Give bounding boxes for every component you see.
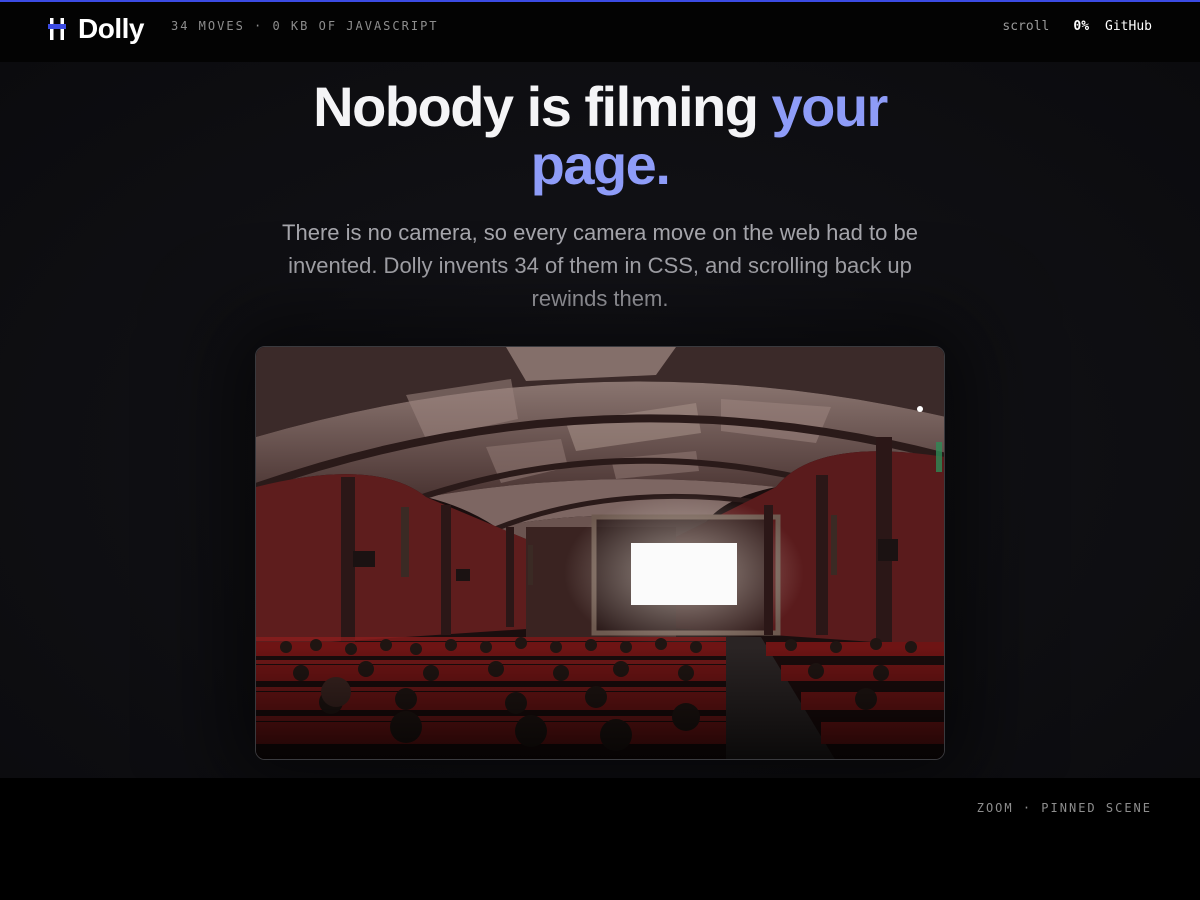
bottom-bar: ZOOM · PINNED SCENE xyxy=(0,778,1200,900)
scroll-progress-readout: 0% xyxy=(1073,19,1090,34)
top-bar: Dolly 34 MOVES · 0 KB OF JAVASCRIPT scro… xyxy=(0,2,1200,62)
brand-home-link[interactable]: Dolly xyxy=(48,11,144,47)
scene-label: ZOOM · PINNED SCENE xyxy=(976,801,1152,815)
dolly-logo-icon xyxy=(48,18,66,40)
hero-subtitle: There is no camera, so every camera move… xyxy=(282,220,918,311)
top-nav: scroll 0% GitHub xyxy=(1002,19,1152,34)
hero-title: Nobody is filming your page. xyxy=(250,78,950,194)
tagline: 34 MOVES · 0 KB OF JAVASCRIPT xyxy=(171,19,439,33)
scroll-label: scroll xyxy=(1002,19,1050,34)
pinned-scene: Nobody is filming your page. There is no… xyxy=(0,62,1200,778)
cinema-image xyxy=(256,347,944,759)
github-link[interactable]: GitHub xyxy=(1105,19,1152,34)
hero-title-plain: Nobody is filming xyxy=(313,75,772,138)
cinema-image-frame xyxy=(255,346,945,760)
brand-name: Dolly xyxy=(78,13,144,44)
